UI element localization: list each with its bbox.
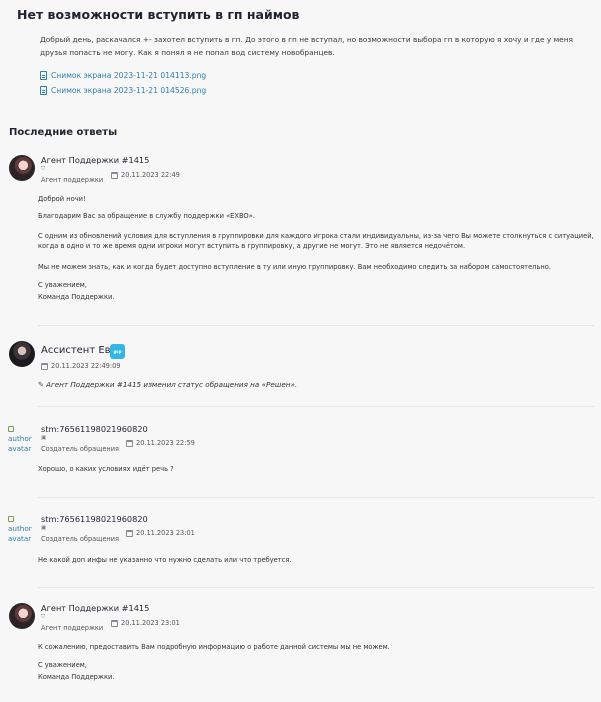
reply-date: 20.11.2023 22:59 xyxy=(126,439,195,447)
calendar-icon xyxy=(126,439,133,447)
reply-date: 20.11.2023 22:49 xyxy=(111,171,180,179)
calendar-icon xyxy=(111,171,118,179)
broken-image-icon xyxy=(8,516,14,522)
reply-text: С уважением, xyxy=(38,661,87,669)
attachment-name: Снимок экрана 2023-11-21 014526.png xyxy=(51,86,207,95)
calendar-icon xyxy=(126,529,133,537)
reply-date: 20.11.2023 23:01 xyxy=(111,619,180,627)
attachment-link[interactable]: Снимок экрана 2023-11-21 014113.png xyxy=(40,71,206,80)
calendar-icon xyxy=(111,619,118,627)
reply-text: Мы не можем знать, как и когда будет дос… xyxy=(38,263,551,271)
divider xyxy=(38,325,594,326)
avatar-broken-image: author avatar xyxy=(8,424,34,454)
reply-text: Доброй ночи! xyxy=(38,195,86,203)
reply-text: Не какой доп инфы не указанно что нужно … xyxy=(38,556,292,564)
ticket-intro: Добрый день, раскачался +- захотел вступ… xyxy=(40,35,573,57)
author-name: Агент Поддержки #1415 xyxy=(41,603,150,613)
broken-image-icon xyxy=(8,426,14,432)
author-role: Агент поддержки xyxy=(41,624,104,632)
reply-text: Благодарим Вас за обращение в службу под… xyxy=(38,212,255,220)
shield-icon: ⛉ xyxy=(41,614,46,620)
user-icon: ▣ xyxy=(41,435,47,441)
attachment-name: Снимок экрана 2023-11-21 014113.png xyxy=(51,71,207,80)
reply-text: С одним из обновлений условия для вступл… xyxy=(38,232,594,250)
section-title: Последние ответы xyxy=(9,127,118,138)
author-name: Агент Поддержки #1415 xyxy=(41,155,150,165)
author-name: Ассистент Ева xyxy=(41,345,117,356)
divider xyxy=(38,406,594,407)
reply-date: 20.11.2023 22:49:09 xyxy=(41,362,120,370)
divider xyxy=(38,587,594,588)
attachment-link[interactable]: Снимок экрана 2023-11-21 014526.png xyxy=(40,86,206,95)
reply-text: С уважением, xyxy=(38,281,87,289)
user-icon: ▣ xyxy=(41,525,47,531)
author-name: stm:76561198021960820 xyxy=(41,424,148,434)
avatar-broken-image: author avatar xyxy=(8,514,34,544)
reply-date: 20.11.2023 23:01 xyxy=(126,529,195,537)
avatar xyxy=(9,341,35,367)
divider xyxy=(38,497,594,498)
reply-text: Хорошо, о каких условиях идёт речь ? xyxy=(38,465,174,473)
ticket-title: Нет возможности вступить в гп наймов xyxy=(17,7,300,22)
author-role: Создатель обращения xyxy=(41,445,119,453)
file-icon xyxy=(40,71,47,80)
shield-icon: ⛉ xyxy=(41,166,46,172)
assistant-badge: gcp xyxy=(110,344,125,359)
author-role: Создатель обращения xyxy=(41,535,119,543)
avatar xyxy=(9,603,35,629)
pencil-icon: ✎ xyxy=(38,380,45,389)
status-change-text: ✎ Агент Поддержки #1415 изменил статус об… xyxy=(38,380,298,389)
author-name: stm:76561198021960820 xyxy=(41,514,148,524)
calendar-icon xyxy=(41,362,48,370)
author-role: Агент поддержки xyxy=(41,176,104,184)
reply-text: Команда Поддержки. xyxy=(38,673,115,681)
file-icon xyxy=(40,86,47,95)
avatar xyxy=(9,155,35,181)
reply-text: К сожалению, предоставить Вам подробную … xyxy=(38,643,390,651)
reply-text: Команда Поддержки. xyxy=(38,293,115,301)
